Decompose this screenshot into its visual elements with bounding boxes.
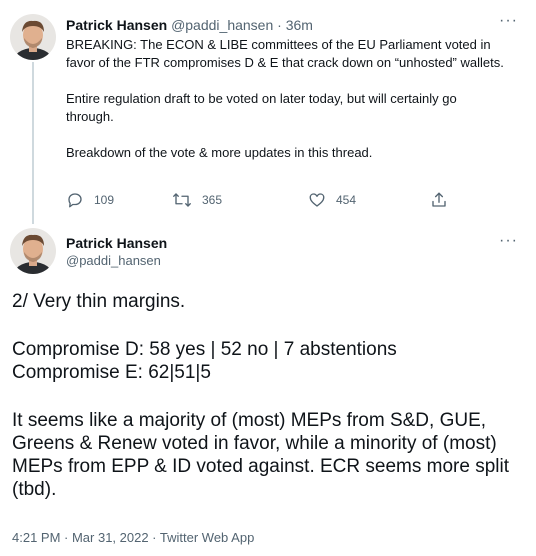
avatar[interactable] (10, 14, 56, 60)
tweet-header: Patrick Hansen @paddi_hansen · 36m (66, 16, 313, 34)
tweet-paragraph: Breakdown of the vote & more updates in … (66, 145, 373, 160)
thread-connector-line (32, 62, 34, 224)
share-icon (430, 191, 448, 209)
author-handle[interactable]: @paddi_hansen (66, 253, 161, 269)
tweet-paragraph: Compromise D: 58 yes | 52 no | 7 abstent… (12, 338, 524, 384)
tweet-paragraph: BREAKING: The ECON & LIBE committees of … (66, 37, 504, 70)
tweet-paragraph: It seems like a majority of (most) MEPs … (12, 410, 509, 500)
reply-icon (66, 191, 84, 209)
more-icon[interactable]: ··· (499, 232, 518, 250)
retweet-count: 365 (202, 193, 223, 207)
tweet-text: BREAKING: The ECON & LIBE committees of … (66, 36, 506, 162)
avatar[interactable] (10, 228, 56, 274)
tweet-timestamp-source[interactable]: 4:21 PM · Mar 31, 2022 · Twitter Web App (12, 530, 254, 545)
retweet-button[interactable]: 365 (172, 191, 222, 209)
retweet-icon (172, 191, 192, 209)
tweet-text: 2/ Very thin margins. Compromise D: 58 y… (12, 290, 524, 526)
compromise-d-line: Compromise D: 58 yes | 52 no | 7 abstent… (12, 339, 397, 360)
reply-button[interactable]: 109 (66, 191, 114, 209)
reply-count: 109 (94, 193, 115, 207)
more-icon[interactable]: ··· (499, 12, 518, 30)
like-button[interactable]: 454 (308, 191, 356, 209)
tweet-actions: 109 365 454 (66, 191, 456, 211)
tweet-paragraph: 2/ Very thin margins. (12, 291, 186, 312)
like-count: 454 (336, 193, 357, 207)
compromise-e-line: Compromise E: 62|51|5 (12, 362, 211, 383)
like-icon (308, 191, 326, 209)
share-button[interactable] (430, 191, 448, 209)
author-name[interactable]: Patrick Hansen (66, 17, 167, 33)
author-handle-time[interactable]: @paddi_hansen · 36m (171, 17, 313, 33)
tweet-paragraph: Entire regulation draft to be voted on l… (66, 91, 457, 124)
author-name[interactable]: Patrick Hansen (66, 234, 167, 252)
